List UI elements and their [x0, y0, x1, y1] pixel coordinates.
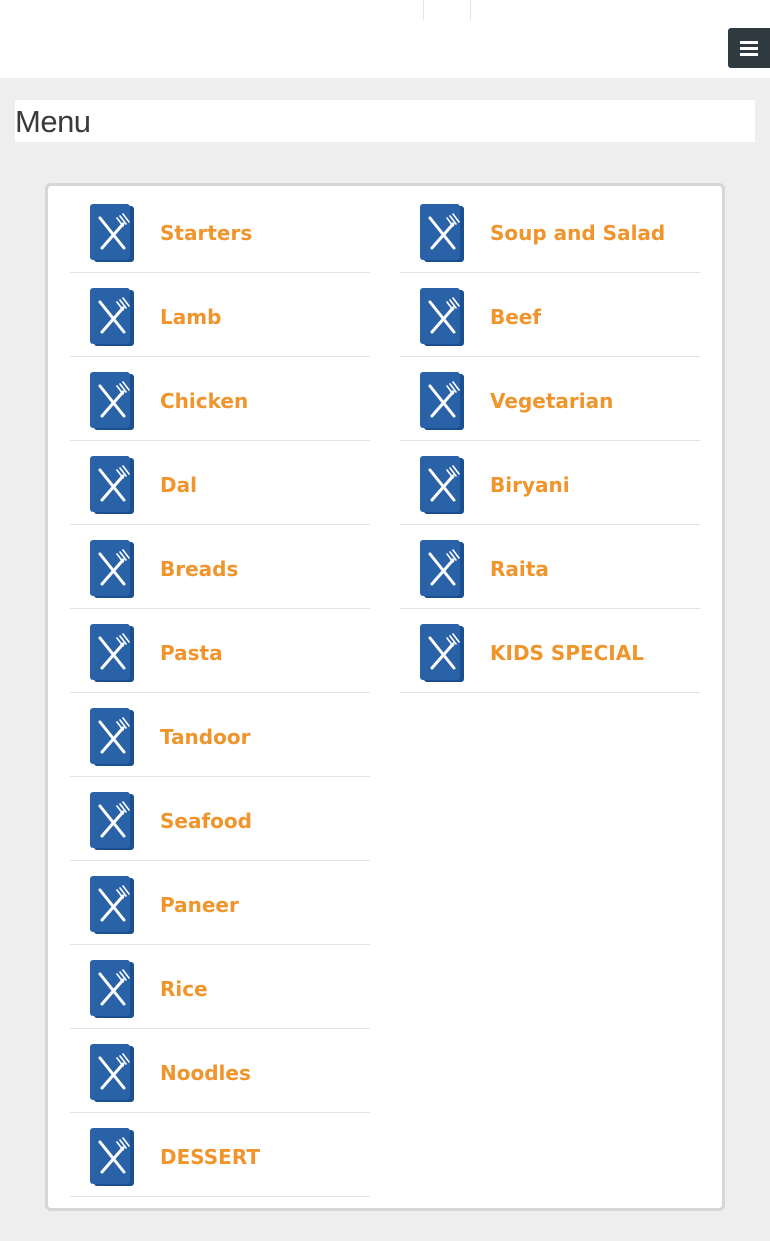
menu-book-fork-knife-icon [86, 540, 134, 598]
menu-category-label: Paneer [160, 893, 239, 917]
menu-category-label: Pasta [160, 641, 223, 665]
menu-category-label: Lamb [160, 305, 222, 329]
menu-book-fork-knife-icon [416, 372, 464, 430]
menu-category-label: Raita [490, 557, 549, 581]
menu-book-fork-knife-icon [86, 624, 134, 682]
menu-book-fork-knife-icon [86, 1128, 134, 1186]
menu-book-fork-knife-icon [416, 204, 464, 262]
menu-category-label: KIDS SPECIAL [490, 641, 644, 665]
menu-book-fork-knife-icon [416, 624, 464, 682]
hamburger-menu-button[interactable] [728, 28, 770, 68]
menu-category-lamb[interactable]: Lamb [70, 273, 370, 357]
menu-category-soup-and-salad[interactable]: Soup and Salad [400, 189, 700, 273]
menu-category-noodles[interactable]: Noodles [70, 1029, 370, 1113]
header-divider [423, 0, 471, 20]
top-bar [0, 0, 770, 78]
menu-category-label: Vegetarian [490, 389, 614, 413]
menu-book-fork-knife-icon [86, 456, 134, 514]
menu-category-dal[interactable]: Dal [70, 441, 370, 525]
menu-book-fork-knife-icon [86, 876, 134, 934]
menu-category-label: Breads [160, 557, 239, 581]
menu-category-beef[interactable]: Beef [400, 273, 700, 357]
menu-category-label: Dal [160, 473, 197, 497]
menu-category-raita[interactable]: Raita [400, 525, 700, 609]
menu-categories-card: Starters Lamb Chicken Dal Breads Pasta T… [45, 183, 725, 1211]
menu-category-tandoor[interactable]: Tandoor [70, 693, 370, 777]
menu-book-fork-knife-icon [416, 456, 464, 514]
menu-book-fork-knife-icon [416, 288, 464, 346]
menu-category-rice[interactable]: Rice [70, 945, 370, 1029]
menu-category-label: Seafood [160, 809, 252, 833]
menu-category-label: Soup and Salad [490, 221, 666, 245]
hamburger-icon [740, 38, 758, 59]
menu-category-label: Beef [490, 305, 542, 329]
menu-category-label: DESSERT [160, 1145, 260, 1169]
menu-category-breads[interactable]: Breads [70, 525, 370, 609]
menu-category-label: Biryani [490, 473, 570, 497]
menu-category-label: Chicken [160, 389, 249, 413]
menu-category-starters[interactable]: Starters [70, 189, 370, 273]
menu-book-fork-knife-icon [86, 792, 134, 850]
menu-column-left: Starters Lamb Chicken Dal Breads Pasta T… [70, 189, 370, 1197]
menu-book-fork-knife-icon [86, 960, 134, 1018]
menu-category-label: Tandoor [160, 725, 251, 749]
menu-book-fork-knife-icon [86, 708, 134, 766]
menu-category-vegetarian[interactable]: Vegetarian [400, 357, 700, 441]
menu-book-fork-knife-icon [86, 288, 134, 346]
page-title-bar: Menu [15, 100, 755, 142]
page-title: Menu [15, 104, 91, 139]
menu-category-pasta[interactable]: Pasta [70, 609, 370, 693]
menu-category-kids-special[interactable]: KIDS SPECIAL [400, 609, 700, 693]
menu-category-label: Starters [160, 221, 253, 245]
menu-book-fork-knife-icon [86, 372, 134, 430]
menu-category-label: Noodles [160, 1061, 251, 1085]
menu-category-dessert[interactable]: DESSERT [70, 1113, 370, 1197]
menu-book-fork-knife-icon [416, 540, 464, 598]
menu-category-chicken[interactable]: Chicken [70, 357, 370, 441]
menu-category-paneer[interactable]: Paneer [70, 861, 370, 945]
menu-book-fork-knife-icon [86, 1044, 134, 1102]
menu-book-fork-knife-icon [86, 204, 134, 262]
menu-column-right: Soup and Salad Beef Vegetarian Biryani R… [400, 189, 700, 693]
menu-category-biryani[interactable]: Biryani [400, 441, 700, 525]
menu-category-seafood[interactable]: Seafood [70, 777, 370, 861]
menu-category-label: Rice [160, 977, 208, 1001]
